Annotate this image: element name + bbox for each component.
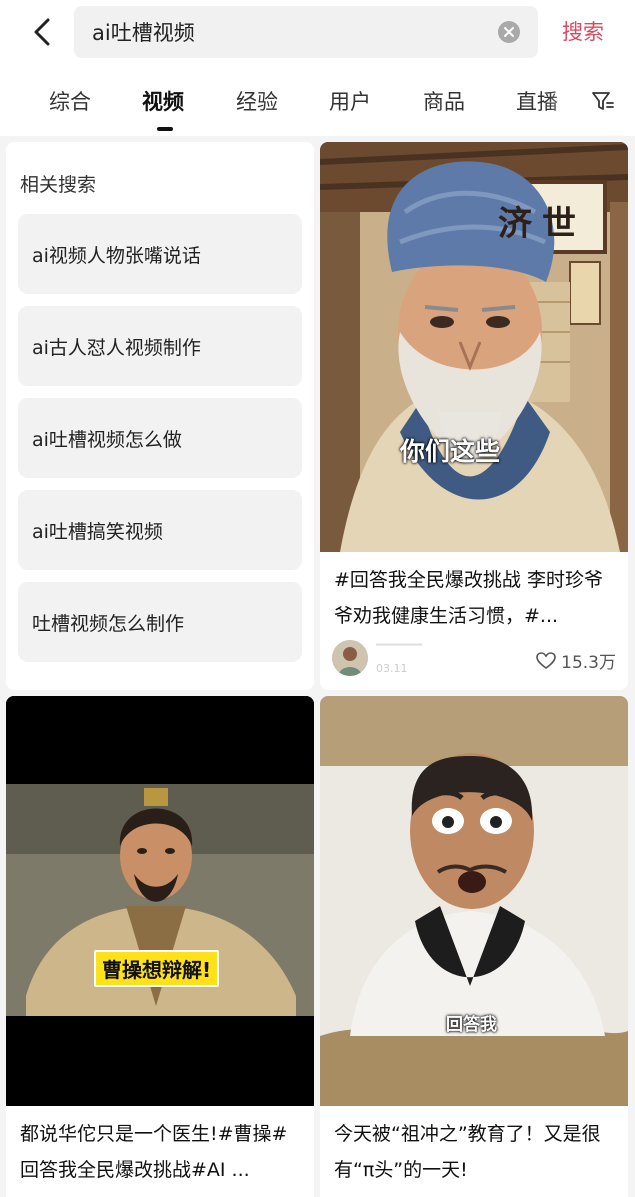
thumbnail-image <box>320 696 628 1106</box>
related-search-item[interactable]: ai古人怼人视频制作 <box>18 306 302 386</box>
video-caption: 回答我 <box>446 1015 497 1035</box>
video-caption: 曹操想辩解! <box>94 950 220 987</box>
clear-search-button[interactable] <box>498 21 520 43</box>
related-search-item[interactable]: ai视频人物张嘴说话 <box>18 214 302 294</box>
video-title[interactable]: #回答我全民爆改挑战 李时珍爷爷劝我健康生活习惯，#... <box>334 562 616 634</box>
tab-experience[interactable]: 经验 <box>236 86 278 116</box>
filter-icon <box>592 92 614 110</box>
related-searches-card: 相关搜索 ai视频人物张嘴说话 ai古人怼人视频制作 ai吐槽视频怎么做 ai吐… <box>6 142 314 690</box>
filter-button[interactable] <box>590 88 616 114</box>
tab-video[interactable]: 视频 <box>142 86 184 116</box>
like-count-text: 15.3万 <box>561 653 616 673</box>
video-meta: ▔▔▔▔▔ 03.11 15.3万 <box>332 640 616 680</box>
video-card[interactable]: 回答我 今天被“祖冲之”教育了！又是很有“π头”的一天! <box>320 696 628 1197</box>
post-date: 03.11 <box>376 662 408 675</box>
video-caption: 你们这些 <box>400 437 501 466</box>
search-input[interactable] <box>92 6 492 58</box>
search-box[interactable] <box>74 6 538 58</box>
tab-comprehensive[interactable]: 综合 <box>49 86 91 116</box>
back-arrow-icon <box>34 18 50 46</box>
video-thumbnail[interactable]: 济世 你们这些 <box>320 142 628 552</box>
video-card[interactable]: 济世 你们这些 #回答我全民爆改挑战 李时珍爷爷劝我健康生活习惯，#... ▔▔… <box>320 142 628 690</box>
like-count[interactable]: 15.3万 <box>536 648 616 673</box>
shop-sign-text: 济世 <box>498 204 586 244</box>
tab-bar: 综合 视频 经验 用户 商品 直播 <box>0 66 635 136</box>
related-searches-title: 相关搜索 <box>20 174 97 196</box>
search-submit-button[interactable]: 搜索 <box>562 16 604 46</box>
related-search-item[interactable]: ai吐槽搞笑视频 <box>18 490 302 570</box>
thumbnail-image <box>6 696 314 1106</box>
active-tab-indicator <box>157 127 173 131</box>
video-thumbnail[interactable]: 曹操想辩解! <box>6 696 314 1106</box>
avatar-image <box>332 640 368 676</box>
video-card[interactable]: 曹操想辩解! 都说华佗只是一个医生!#曹操#回答我全民爆改挑战#AI ... <box>6 696 314 1197</box>
tab-scroll-fade <box>548 66 588 136</box>
video-thumbnail[interactable]: 回答我 <box>320 696 628 1106</box>
tab-products[interactable]: 商品 <box>423 86 465 116</box>
search-header: 搜索 <box>0 0 635 66</box>
heart-icon <box>536 651 556 669</box>
tab-users[interactable]: 用户 <box>329 86 371 116</box>
author-name[interactable]: ▔▔▔▔▔ <box>376 644 422 658</box>
related-search-item[interactable]: 吐槽视频怎么制作 <box>18 582 302 662</box>
clear-icon <box>504 27 514 37</box>
video-title[interactable]: 今天被“祖冲之”教育了！又是很有“π头”的一天! <box>334 1116 616 1188</box>
author-avatar[interactable] <box>332 640 368 676</box>
video-title[interactable]: 都说华佗只是一个医生!#曹操#回答我全民爆改挑战#AI ... <box>20 1116 302 1188</box>
back-button[interactable] <box>22 12 62 52</box>
related-search-item[interactable]: ai吐槽视频怎么做 <box>18 398 302 478</box>
